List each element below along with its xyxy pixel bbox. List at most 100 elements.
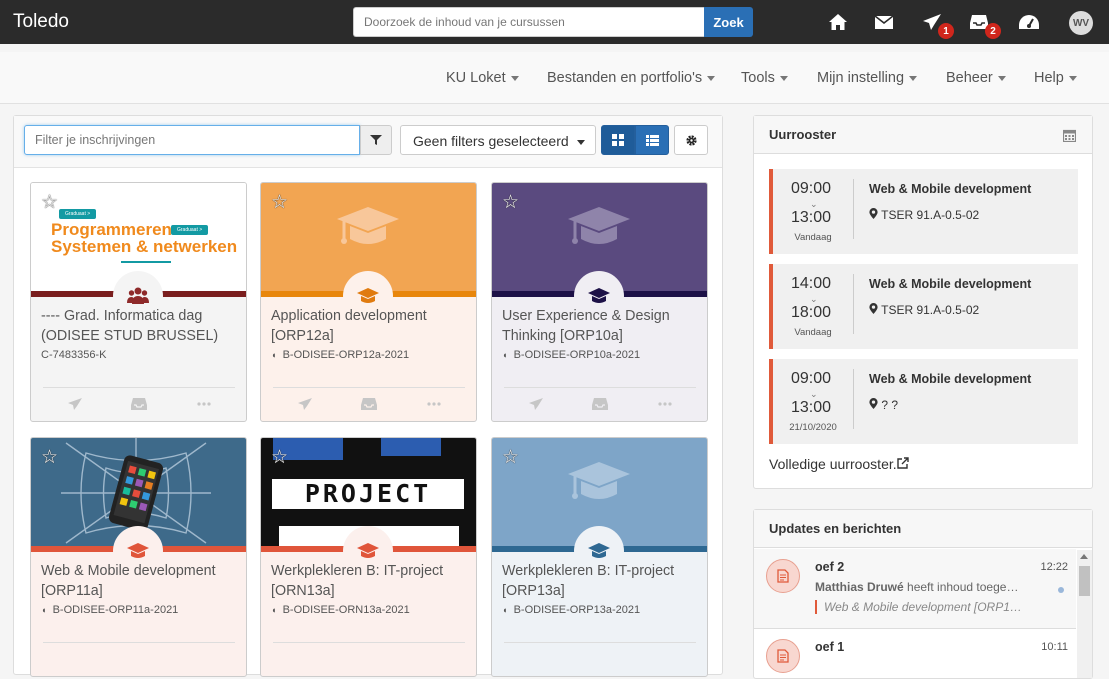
divider xyxy=(853,369,854,429)
menu-bestanden[interactable]: Bestanden en portfolio's xyxy=(547,70,716,86)
send-icon[interactable] xyxy=(67,397,83,411)
graduation-cap-icon xyxy=(357,543,379,558)
course-title[interactable]: Werkplekleren B: IT-project [ORN13a] xyxy=(271,561,471,601)
menu-beheer[interactable]: Beheer xyxy=(946,70,1006,86)
updates-list: oef 2 12:22 Matthias Druwé heeft inhoud … xyxy=(754,549,1076,679)
course-card[interactable]: ☆ User Experience & Design Thinking [ORP… xyxy=(491,182,708,422)
slot-start: 14:00 xyxy=(791,275,832,292)
favorite-star-icon[interactable]: ☆ xyxy=(502,446,519,469)
avatar[interactable]: WV xyxy=(1069,11,1093,35)
more-icon[interactable] xyxy=(426,397,442,411)
menu-label: Bestanden en portfolio's xyxy=(547,70,703,86)
course-title[interactable]: Web & Mobile development [ORP11a] xyxy=(41,561,241,601)
course-card[interactable]: ☆ Werkplekleren B: IT-project [ORP13a] ◖… xyxy=(491,437,708,677)
home-icon[interactable] xyxy=(827,11,849,33)
slot-course: Web & Mobile development xyxy=(869,277,1032,291)
favorite-star-icon[interactable]: ☆ xyxy=(502,191,519,214)
updates-title: Updates en berichten xyxy=(769,521,902,536)
scroll-up-icon[interactable] xyxy=(1080,554,1088,559)
schedule-title: Uurrooster xyxy=(769,127,837,142)
course-title[interactable]: User Experience & Design Thinking [ORP10… xyxy=(502,306,702,346)
course-title[interactable]: Werkplekleren B: IT-project [ORP13a] xyxy=(502,561,702,601)
favorite-star-icon[interactable]: ☆ xyxy=(271,191,288,214)
settings-button[interactable] xyxy=(674,125,708,155)
inbox-badge: 2 xyxy=(985,23,1001,39)
course-card[interactable]: ☆ Web & Mobile development [ORP11a] ◖ B-… xyxy=(30,437,247,677)
updates-panel: Updates en berichten oef 2 12:22 Matthia… xyxy=(753,509,1093,679)
update-title: oef 2 xyxy=(815,560,845,574)
half-circle-icon: ◖ xyxy=(271,350,277,360)
graduation-cap-icon xyxy=(127,543,149,558)
brand-logo[interactable]: Toledo xyxy=(13,11,69,33)
course-card[interactable]: PROJECT ☆ Werkplekleren B: IT-project [O… xyxy=(260,437,477,677)
course-code-text: B-ODISEE-ORP10a-2021 xyxy=(513,349,641,361)
update-time: 10:11 xyxy=(1041,641,1068,653)
update-item[interactable]: oef 1 10:11 xyxy=(754,629,1076,679)
caret-down-icon xyxy=(1068,75,1077,81)
more-icon[interactable] xyxy=(196,397,212,411)
send-icon[interactable] xyxy=(297,397,313,411)
course-card[interactable]: Graduaat > Graduaat > Programmeren Syste… xyxy=(30,182,247,422)
menu-ku-loket[interactable]: KU Loket xyxy=(446,70,519,86)
slot-end: 13:00 xyxy=(791,399,832,416)
menu-help[interactable]: Help xyxy=(1034,70,1077,86)
grid-icon xyxy=(612,134,624,146)
menu-label: Tools xyxy=(741,70,775,86)
course-title[interactable]: ---- Grad. Informatica dag (ODISEE STUD … xyxy=(41,306,241,346)
favorite-star-icon[interactable]: ☆ xyxy=(41,191,58,214)
favorite-star-icon[interactable]: ☆ xyxy=(271,446,288,469)
card-actions xyxy=(492,397,707,413)
grid-view-button[interactable] xyxy=(601,125,635,155)
course-title[interactable]: Application development [ORP12a] xyxy=(271,306,471,346)
graduation-cap-icon xyxy=(337,207,399,244)
banner-underline xyxy=(121,261,171,263)
schedule-slot[interactable]: 09:00 ⌄ 13:00 21/10/2020 Web & Mobile de… xyxy=(769,359,1078,444)
update-course[interactable]: Web & Mobile development [ORP1… xyxy=(815,600,1022,614)
slot-location: TSER 91.A-0.5-02 xyxy=(869,208,979,222)
inbox-icon[interactable] xyxy=(131,397,147,411)
slot-location: TSER 91.A-0.5-02 xyxy=(869,303,979,317)
schedule-slot[interactable]: 14:00 ⌄ 18:00 Vandaag Web & Mobile devel… xyxy=(769,264,1078,349)
dashboard-icon[interactable] xyxy=(1018,11,1040,33)
update-item[interactable]: oef 2 12:22 Matthias Druwé heeft inhoud … xyxy=(754,549,1076,629)
send-icon[interactable] xyxy=(528,397,544,411)
menu-tools[interactable]: Tools xyxy=(741,70,788,86)
divider xyxy=(853,179,854,239)
menu-label: KU Loket xyxy=(446,70,506,86)
calendar-icon[interactable] xyxy=(1063,129,1076,142)
scrollbar-thumb[interactable] xyxy=(1079,566,1090,596)
graduation-cap-icon xyxy=(568,207,630,244)
course-card[interactable]: ☆ Application development [ORP12a] ◖ B-O… xyxy=(260,182,477,422)
course-code: ◖ B-ODISEE-ORN13a-2021 xyxy=(271,604,410,616)
map-marker-icon xyxy=(869,208,878,219)
divider xyxy=(43,642,235,643)
search-input[interactable] xyxy=(353,7,704,37)
favorite-star-icon[interactable]: ☆ xyxy=(41,446,58,469)
mail-icon[interactable] xyxy=(873,11,895,33)
caret-down-icon xyxy=(909,75,918,81)
inbox-icon[interactable] xyxy=(361,397,377,411)
send-badge: 1 xyxy=(938,23,954,39)
slot-end: 13:00 xyxy=(791,209,832,226)
full-schedule-link[interactable]: Volledige uurrooster. xyxy=(769,456,909,472)
menu-mijn-instelling[interactable]: Mijn instelling xyxy=(817,70,918,86)
filter-button[interactable] xyxy=(360,125,392,155)
filter-input[interactable] xyxy=(24,125,360,155)
scrollbar[interactable] xyxy=(1077,550,1092,678)
slot-location-text: TSER 91.A-0.5-02 xyxy=(881,303,980,317)
filter-select[interactable]: Geen filters geselecteerd xyxy=(400,125,596,155)
schedule-header: Uurrooster xyxy=(754,116,1092,154)
slot-course: Web & Mobile development xyxy=(869,182,1032,196)
slot-day: Vandaag xyxy=(794,232,832,243)
half-circle-icon: ◖ xyxy=(502,350,508,360)
document-icon xyxy=(766,559,800,593)
inbox-icon[interactable] xyxy=(592,397,608,411)
funnel-icon xyxy=(370,135,382,145)
more-icon[interactable] xyxy=(657,397,673,411)
search-button[interactable]: Zoek xyxy=(704,7,753,37)
list-view-button[interactable] xyxy=(635,125,669,155)
schedule-slot[interactable]: 09:00 ⌄ 13:00 Vandaag Web & Mobile devel… xyxy=(769,169,1078,254)
graduation-cap-icon xyxy=(588,543,610,558)
filter-select-label: Geen filters geselecteerd xyxy=(413,133,569,149)
caret-down-icon xyxy=(707,75,716,81)
